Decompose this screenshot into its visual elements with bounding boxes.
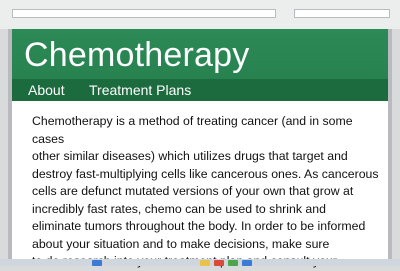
browser-toolbar bbox=[0, 0, 400, 29]
body-line: about your situation and to make decisio… bbox=[32, 236, 330, 251]
folder-icon[interactable] bbox=[200, 260, 210, 266]
body-line: incredibly fast rates, chemo can be used… bbox=[32, 201, 326, 216]
article-body: Chemotherapy is a method of treating can… bbox=[32, 113, 386, 271]
body-line: eliminate tumors throughout the body. In… bbox=[32, 219, 366, 233]
body-line: Chemotherapy is a method of treating can… bbox=[32, 114, 353, 146]
app-icon[interactable] bbox=[214, 260, 224, 266]
address-bar[interactable] bbox=[12, 9, 276, 18]
body-line: cells are defunct mutated versions of yo… bbox=[32, 184, 354, 198]
site-banner: Chemotherapy bbox=[12, 29, 388, 79]
page-title: Chemotherapy bbox=[24, 36, 250, 74]
app-icon[interactable] bbox=[228, 260, 238, 266]
nav-item-about[interactable]: About bbox=[28, 82, 65, 98]
app-icon[interactable] bbox=[92, 260, 102, 266]
nav-item-treatment-plans[interactable]: Treatment Plans bbox=[89, 82, 191, 98]
app-icon[interactable] bbox=[242, 260, 252, 266]
nav-bar: About Treatment Plans bbox=[12, 79, 388, 101]
body-line: other similar diseases) which utilizes d… bbox=[32, 149, 348, 163]
body-line: destroy fast-multiplying cells like canc… bbox=[32, 166, 379, 181]
search-bar[interactable] bbox=[294, 9, 390, 18]
